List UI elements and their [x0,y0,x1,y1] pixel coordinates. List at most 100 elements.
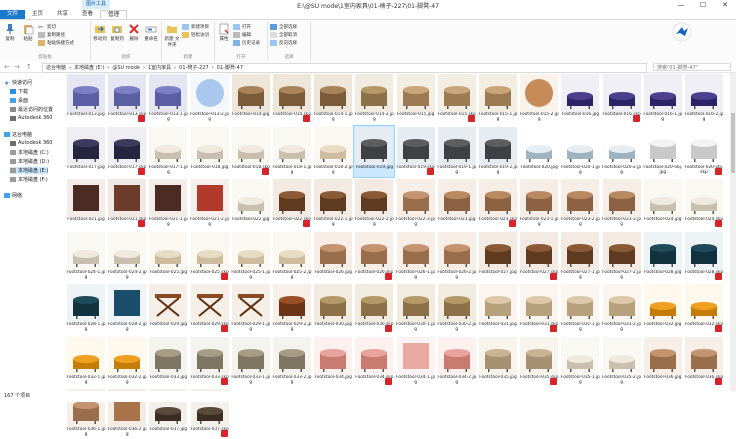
skp-file-item[interactable]: Footstool-031.skp [519,283,559,334]
image-file-item[interactable]: Footstool-035.jpg [478,336,518,387]
maximize-button[interactable]: ☐ [692,0,714,10]
image-file-item[interactable]: Footstool-018.jpg [190,126,230,177]
image-file-item[interactable]: Footstool-026.jpg [313,231,353,282]
image-file-item[interactable]: Footstool-030.jpg [313,283,353,334]
image-file-item[interactable]: Footstool-014-2.jpg [354,73,394,124]
vertical-scrollbar[interactable] [730,73,736,391]
image-file-item[interactable]: Footstool-026-1.jpg [396,231,436,282]
image-file-item[interactable]: Footstool-021-1.jpg [148,178,188,229]
image-file-item[interactable]: Footstool-028.jpg [643,231,683,282]
image-file-item[interactable]: Footstool-013-1.jpg [148,73,188,124]
minimize-button[interactable]: — [670,0,692,10]
image-file-item[interactable]: Footstool-016-2.jpg [684,73,724,124]
sidebar-item-drive-f[interactable]: 本地磁盘 (F:) [10,176,48,183]
image-file-item[interactable]: Footstool-020-2.jpg [602,126,642,177]
image-file-item[interactable]: Footstool-027-1.jpg [560,231,600,282]
image-file-item[interactable]: Footstool-024-2.jpg [107,231,147,282]
skp-file-item[interactable]: Footstool-019.skp [396,126,436,177]
sidebar-item-drive-e[interactable]: 本地磁盘 (E:) [10,167,49,174]
image-file-item[interactable]: Footstool-025-1.jpg [231,231,271,282]
address-bar[interactable]: 这台电脑 › 本地磁盘 (E:) › @SU mode › 1室内家具 › 01-椅子-… [42,63,647,73]
skp-file-item[interactable]: Footstool-023.skp [478,178,518,229]
image-file-item[interactable]: Footstool-026-2.jpg [437,231,477,282]
image-file-item[interactable]: Footstool-020-1.jpg [560,126,600,177]
breadcrumb-item[interactable]: 本地磁盘 (E:) [74,64,104,72]
paste-shortcut-button[interactable]: 粘贴快捷方式 [38,40,74,46]
image-file-item[interactable]: Footstool-022-1.jpg [313,178,353,229]
tab-share[interactable]: 共享 [50,10,75,19]
image-file-item[interactable]: Footstool-033-2.jpg [272,336,312,387]
image-file-item[interactable]: Footstool-017-1.jpg [148,126,188,177]
open-button[interactable]: 打开 [233,24,251,30]
cut-button[interactable]: ✂ 剪切 [38,24,56,31]
image-file-item[interactable]: Footstool-013.jpg [66,73,106,124]
image-file-item[interactable]: Footstool-020-obj.jpg [643,126,683,177]
image-file-item[interactable]: Footstool-036.jpg [643,336,683,387]
image-file-item[interactable]: Footstool-035-1.jpg [560,336,600,387]
sidebar-item-drive-d[interactable]: 本地磁盘 (D:) [10,158,49,165]
skp-file-item[interactable]: Footstool-022.skp [272,178,312,229]
invert-selection-button[interactable]: 反向选择 [270,40,297,46]
image-file-item[interactable]: Footstool-014-1.jpg [313,73,353,124]
image-file-item[interactable]: Footstool-034.jpg [313,336,353,387]
breadcrumb-item[interactable]: @SU mode [112,64,140,72]
pin-button[interactable]: 复制 [2,23,18,42]
forward-button[interactable]: → [14,63,20,71]
paste-button[interactable]: 粘贴 [20,23,36,42]
delete-button[interactable]: 删除 [126,23,142,42]
image-file-item[interactable]: Footstool-022-2.jpg [354,178,394,229]
breadcrumb-item[interactable]: 1室内家具 [148,64,171,72]
image-file-item[interactable]: Footstool-023-3.jpg [602,178,642,229]
image-file-item[interactable]: Footstool-025-2.jpg [272,231,312,282]
image-file-item[interactable]: Footstool-015.jpg [396,73,436,124]
image-file-item[interactable]: Footstool-022-3.jpg [396,178,436,229]
image-file-item[interactable]: Footstool-019.jpg [353,124,396,178]
image-file-item[interactable]: Footstool-017.jpg [66,126,106,177]
new-folder-button[interactable]: 新建 文件夹 [163,23,181,48]
close-button[interactable]: ✕ [714,0,736,10]
skp-file-item[interactable]: Footstool-024.skp [684,178,724,229]
skp-file-item[interactable]: Footstool-030.skp [354,283,394,334]
image-file-item[interactable]: Footstool-032-1.jpg [66,336,106,387]
image-file-item[interactable]: Footstool-020.jpg [519,126,559,177]
image-file-item[interactable]: Footstool-033-1.jpg [231,336,271,387]
sidebar-item-autodesk-pc[interactable]: Autodesk 360 [10,140,53,146]
image-file-item[interactable]: Footstool-023-1.jpg [519,178,559,229]
skp-file-item[interactable]: Footstool-021.skp [107,178,147,229]
image-file-item[interactable]: Footstool-029-2.jpg [272,283,312,334]
skp-file-item[interactable]: Footstool-032.skp [684,283,724,334]
image-file-item[interactable]: Footstool-013-2.jpg [190,73,230,124]
tab-home[interactable]: 主页 [25,10,50,19]
image-file-item[interactable]: Footstool-019-2.jpg [478,126,518,177]
image-file-item[interactable]: Footstool-030-2.jpg [437,283,477,334]
copy-to-button[interactable]: 复制到 [109,23,125,42]
image-file-item[interactable]: Footstool-028-1.jpg [66,283,106,334]
sidebar-item-drive-c[interactable]: 本地磁盘 (C:) [10,149,49,156]
image-file-item[interactable]: Footstool-022.jpg [231,178,271,229]
skp-file-item[interactable]: Footstool-025.skp [190,231,230,282]
image-file-item[interactable]: Footstool-024-1.jpg [66,231,106,282]
skp-file-item[interactable]: Footstool-035.skp [519,336,559,387]
sidebar-network[interactable]: 网络 [4,192,22,199]
image-file-item[interactable]: Footstool-023-2.jpg [560,178,600,229]
image-file-item[interactable]: Footstool-023.jpg [437,178,477,229]
image-file-item[interactable]: Footstool-029.jpg [148,283,188,334]
search-input[interactable]: 搜索"01-脚凳-47" [653,63,731,71]
history-button[interactable]: 历史记录 [233,40,260,46]
image-file-item[interactable]: Footstool-014.jpg [231,73,271,124]
image-file-item[interactable]: Footstool-015-1.jpg [478,73,518,124]
tab-file[interactable]: 文件 [0,10,26,19]
image-file-item[interactable]: Footstool-030-1.jpg [396,283,436,334]
image-file-item[interactable]: Footstool-016.jpg [560,73,600,124]
image-file-item[interactable]: Footstool-021-2.jpg [190,178,230,229]
image-file-item[interactable]: Footstool-021.jpg [66,178,106,229]
sidebar-item-downloads[interactable]: 下载 [10,88,28,95]
skp-file-item[interactable]: Footstool-026.skp [354,231,394,282]
skp-file-item[interactable]: Footstool-028.skp [684,231,724,282]
image-file-item[interactable]: Footstool-033.jpg [148,336,188,387]
sidebar-item-autodesk[interactable]: Autodesk 360 [10,115,53,121]
skp-file-item[interactable]: Footstool-013.skp [107,73,147,124]
image-file-item[interactable]: Footstool-016-1.jpg [643,73,683,124]
sidebar-item-recent[interactable]: 最近访问的位置 [10,106,53,113]
sidebar-quick-access[interactable]: ★ 快速访问 [4,79,32,87]
